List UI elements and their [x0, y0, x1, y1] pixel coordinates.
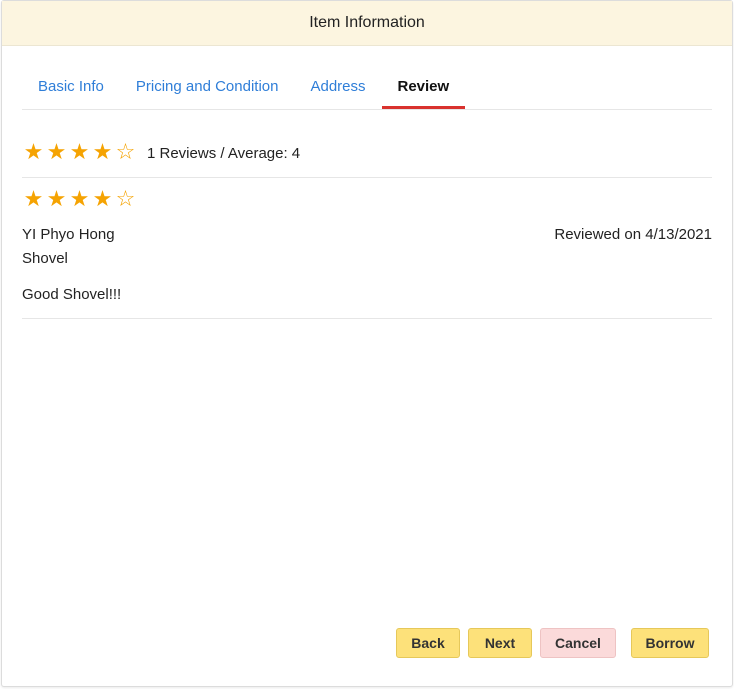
dialog-header: Item Information	[2, 1, 732, 46]
filled-star-icon: ★	[23, 139, 44, 164]
filled-star-icon: ★	[23, 186, 44, 211]
filled-star-icon: ★	[92, 139, 113, 164]
filled-star-icon: ★	[46, 139, 67, 164]
tab-pricing-and-condition[interactable]: Pricing and Condition	[120, 67, 295, 109]
filled-star-icon: ★	[46, 186, 67, 211]
filled-star-icon: ★	[92, 186, 113, 211]
tab-bar: Basic Info Pricing and Condition Address…	[22, 67, 712, 110]
empty-star-icon: ☆	[115, 186, 136, 211]
review-item: ★ ★ ★ ★ ☆ YI Phyo Hong Reviewed on 4/13/2021…	[22, 184, 712, 319]
tab-address[interactable]: Address	[294, 67, 381, 109]
rating-summary: ★ ★ ★ ★ ☆ 1 Reviews / Average: 4	[22, 139, 712, 178]
review-date: Reviewed on 4/13/2021	[554, 226, 712, 243]
reviewed-item-name: Shovel	[22, 250, 68, 267]
filled-star-icon: ★	[69, 186, 90, 211]
borrow-button[interactable]: Borrow	[631, 628, 709, 658]
next-button[interactable]: Next	[468, 628, 532, 658]
dialog-title: Item Information	[309, 14, 425, 31]
reviewer-name: YI Phyo Hong	[22, 226, 115, 243]
cancel-button[interactable]: Cancel	[540, 628, 616, 658]
review-comment: Good Shovel!!!	[22, 286, 122, 303]
filled-star-icon: ★	[69, 139, 90, 164]
average-rating-stars: ★ ★ ★ ★ ☆	[22, 139, 137, 165]
review-summary-text: 1 Reviews / Average: 4	[147, 145, 301, 162]
item-information-dialog: Item Information Basic Info Pricing and …	[1, 0, 733, 687]
back-button[interactable]: Back	[396, 628, 460, 658]
review-rating-stars: ★ ★ ★ ★ ☆	[22, 186, 137, 212]
tab-review[interactable]: Review	[381, 67, 466, 109]
tab-basic-info[interactable]: Basic Info	[22, 67, 120, 109]
empty-star-icon: ☆	[115, 139, 136, 164]
